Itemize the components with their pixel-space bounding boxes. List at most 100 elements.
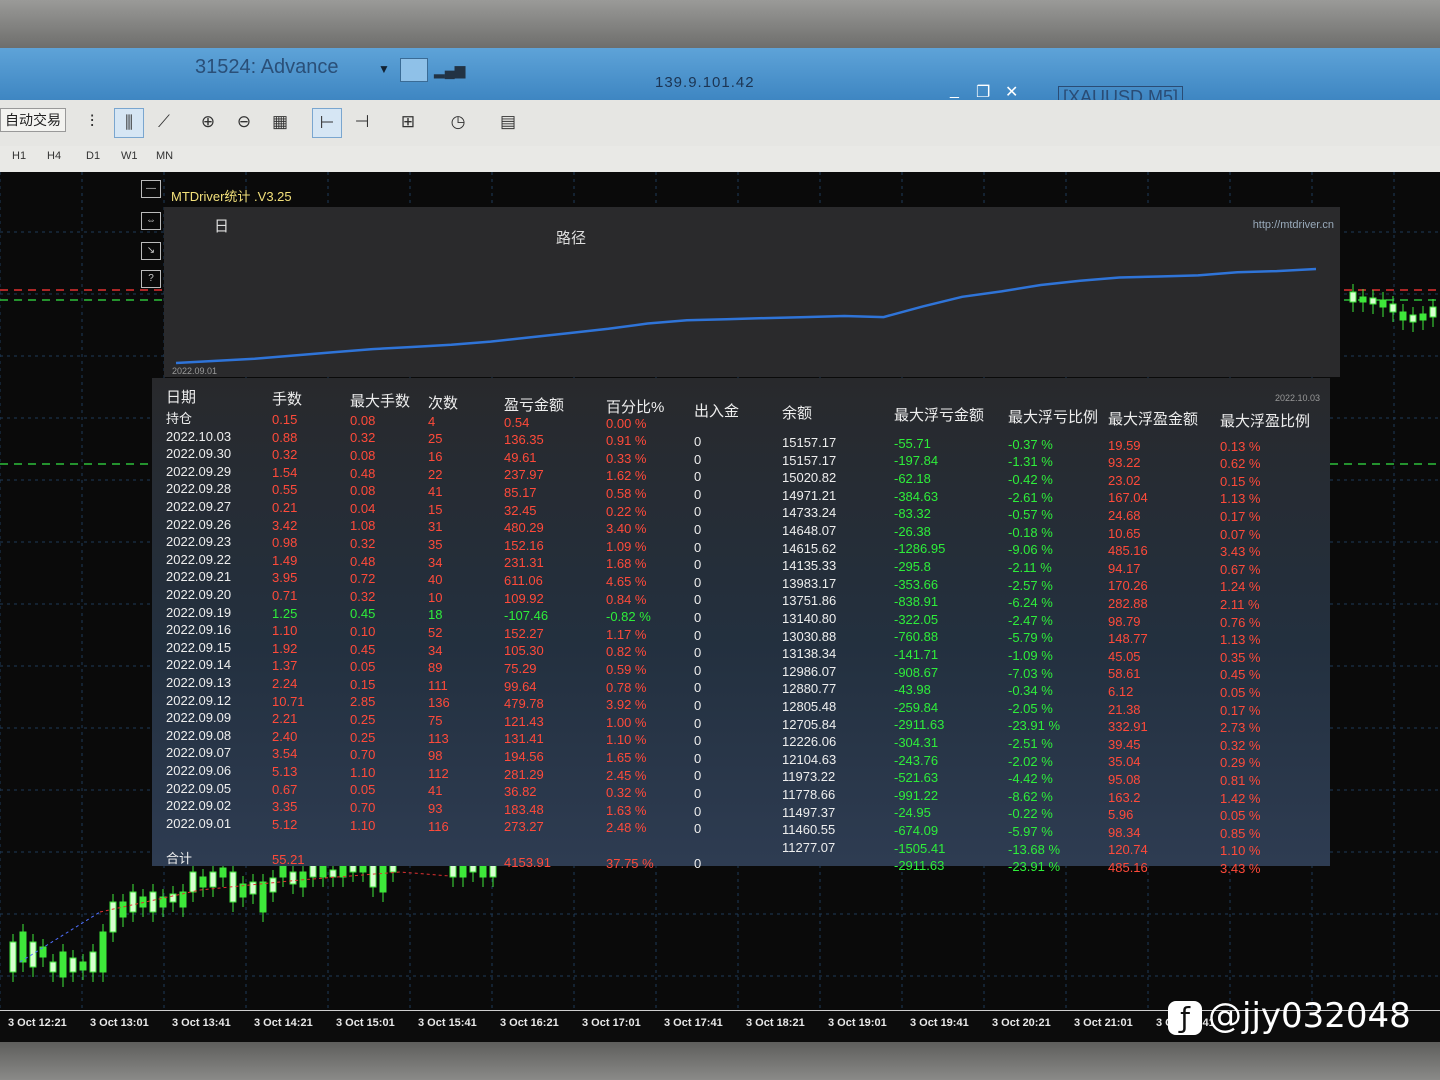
collapse-icon[interactable]: — bbox=[141, 180, 161, 198]
candlestick-icon[interactable]: ⫼ bbox=[114, 108, 144, 138]
column-header: 手数 bbox=[272, 391, 303, 408]
table-cell: 1.10 % bbox=[1220, 843, 1261, 859]
table-cell: 13751.86 bbox=[782, 593, 837, 609]
table-cell: 0.91 % bbox=[606, 433, 647, 449]
templates-icon[interactable]: ▤ bbox=[494, 108, 522, 136]
table-cell: -991.22 bbox=[894, 787, 939, 803]
table-cell: 0.70 bbox=[350, 747, 376, 763]
close-button[interactable]: ✕ bbox=[1005, 82, 1018, 102]
table-cell: 0 bbox=[694, 434, 702, 449]
date-cell[interactable]: 2022.09.23 bbox=[166, 535, 231, 549]
table-cell: 21.38 bbox=[1108, 701, 1141, 717]
table-cell: 12805.48 bbox=[782, 698, 837, 714]
table-cell: 113 bbox=[428, 730, 449, 746]
table-cell: 98 bbox=[428, 748, 443, 764]
stats-table: 2022.10.03 日期 手数 最大手数 次数 盈亏金额 百分比% 出入金 余额 最大浮亏金额… bbox=[152, 378, 1330, 875]
table-cell: 0.17 % bbox=[1220, 508, 1261, 524]
table-cell: 35.04 bbox=[1108, 754, 1141, 770]
timeframe-w1[interactable]: W1 bbox=[121, 150, 138, 162]
date-cell[interactable]: 2022.09.14 bbox=[166, 658, 231, 672]
date-cell[interactable]: 2022.09.13 bbox=[166, 676, 231, 690]
table-cell: -23.91 % bbox=[1008, 718, 1061, 734]
time-axis-label: 3 Oct 15:41 bbox=[418, 1017, 477, 1029]
date-cell[interactable]: 2022.09.28 bbox=[166, 482, 231, 496]
date-cell[interactable]: 2022.10.03 bbox=[166, 429, 231, 444]
table-cell: 35 bbox=[428, 536, 443, 552]
chart-shift-icon[interactable]: ⊣ bbox=[348, 108, 376, 136]
end-date-label: 2022.10.03 bbox=[1274, 393, 1320, 403]
date-cell[interactable]: 2022.09.09 bbox=[166, 711, 231, 725]
bar-chart-icon[interactable]: ⫶ bbox=[78, 108, 106, 136]
candle-body bbox=[329, 869, 337, 878]
table-cell: -0.82 % bbox=[606, 609, 651, 625]
timeframe-d1[interactable]: D1 bbox=[86, 150, 100, 162]
table-cell: 12226.06 bbox=[782, 734, 837, 750]
table-cell: 5.13 bbox=[272, 763, 298, 779]
table-cell: -295.8 bbox=[894, 559, 931, 574]
timeframe-h4[interactable]: H4 bbox=[47, 150, 61, 162]
zoom-out-icon[interactable]: ⊖ bbox=[230, 108, 258, 136]
total-label: 合计 bbox=[166, 851, 193, 866]
table-cell: 0.82 % bbox=[606, 644, 647, 660]
date-cell[interactable]: 2022.09.07 bbox=[166, 746, 231, 760]
table-cell: 281.29 bbox=[504, 766, 544, 782]
candle-body bbox=[1379, 299, 1387, 308]
date-cell[interactable]: 2022.09.05 bbox=[166, 781, 231, 796]
candle-body bbox=[119, 901, 127, 918]
date-cell[interactable]: 2022.09.26 bbox=[166, 517, 231, 532]
minimize-button[interactable]: _ bbox=[950, 82, 959, 100]
table-cell: 10.71 bbox=[272, 693, 305, 709]
date-cell[interactable]: 2022.09.19 bbox=[166, 605, 231, 620]
restore-button[interactable]: ❐ bbox=[976, 82, 990, 102]
date-cell[interactable]: 2022.09.30 bbox=[166, 447, 231, 461]
time-axis-label: 3 Oct 16:21 bbox=[500, 1017, 559, 1029]
auto-trading-button[interactable]: 自动交易 bbox=[0, 108, 66, 132]
date-cell[interactable]: 2022.09.06 bbox=[166, 764, 231, 778]
total-cell: -2911.63 bbox=[894, 858, 945, 874]
candle-body bbox=[1389, 303, 1397, 313]
tile-windows-icon[interactable]: ▦ bbox=[266, 108, 294, 136]
date-cell[interactable]: 2022.09.12 bbox=[166, 693, 231, 708]
table-cell: 0.05 bbox=[350, 659, 376, 675]
table-cell: 98.34 bbox=[1108, 824, 1141, 840]
date-cell[interactable]: 2022.09.21 bbox=[166, 570, 231, 584]
table-cell: 12880.77 bbox=[782, 681, 837, 697]
date-cell[interactable]: 2022.09.29 bbox=[166, 464, 231, 479]
zoom-in-icon[interactable]: ⊕ bbox=[194, 108, 222, 136]
line-chart-icon[interactable]: ⟋ bbox=[150, 108, 178, 136]
date-cell[interactable]: 2022.09.22 bbox=[166, 552, 231, 567]
indicators-icon[interactable]: ⊞ bbox=[394, 108, 422, 136]
table-cell: 2.21 bbox=[272, 711, 298, 727]
date-cell[interactable]: 2022.09.08 bbox=[166, 728, 231, 743]
total-cell: 0 bbox=[694, 856, 702, 872]
help-icon[interactable]: ? bbox=[141, 270, 161, 288]
table-cell: 0 bbox=[694, 715, 702, 731]
table-cell: 0 bbox=[694, 486, 702, 502]
table-cell: 167.04 bbox=[1108, 490, 1148, 506]
resize-icon[interactable]: ↘ bbox=[141, 242, 161, 260]
date-cell[interactable]: 2022.09.02 bbox=[166, 799, 231, 813]
date-cell[interactable]: 2022.09.01 bbox=[166, 816, 231, 831]
table-cell: 1.25 bbox=[272, 605, 298, 621]
date-cell[interactable]: 2022.09.20 bbox=[166, 588, 231, 602]
table-cell: 136.35 bbox=[504, 432, 544, 448]
table-cell: 14971.21 bbox=[782, 487, 837, 503]
date-cell[interactable]: 2022.09.15 bbox=[166, 640, 231, 655]
path-chart-panel: 日 路径 http://mtdriver.cn 2022.09.01 bbox=[164, 207, 1340, 377]
timeframe-mn[interactable]: MN bbox=[156, 150, 173, 162]
table-cell: 152.16 bbox=[504, 537, 544, 553]
timeframe-h1[interactable]: H1 bbox=[12, 150, 26, 162]
date-cell[interactable]: 2022.09.16 bbox=[166, 623, 231, 637]
move-icon[interactable]: ⇔ bbox=[141, 212, 161, 230]
time-axis-label: 3 Oct 13:41 bbox=[172, 1017, 231, 1029]
account-dropdown-icon[interactable]: ▼ bbox=[378, 62, 390, 76]
column-header: 出入金 bbox=[694, 403, 740, 420]
connection-icon[interactable] bbox=[400, 58, 428, 82]
auto-scroll-icon[interactable]: ⊢ bbox=[312, 108, 342, 138]
table-cell: 1.10 bbox=[350, 817, 376, 833]
table-cell: 19.59 bbox=[1108, 437, 1141, 453]
table-cell: 0.32 bbox=[272, 447, 298, 463]
table-cell: 112 bbox=[428, 765, 449, 781]
date-cell[interactable]: 2022.09.27 bbox=[166, 500, 231, 514]
periods-icon[interactable]: ◷ bbox=[444, 108, 472, 136]
